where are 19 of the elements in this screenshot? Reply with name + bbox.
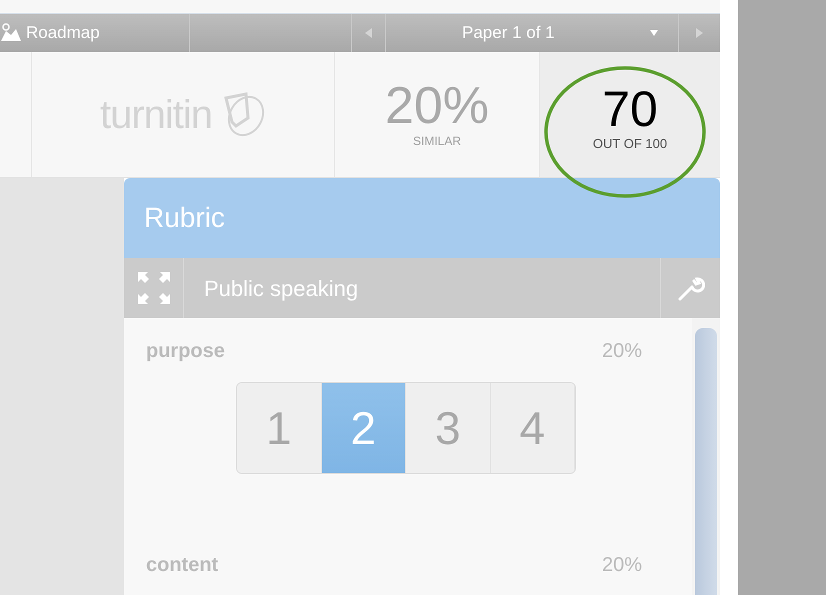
score-option[interactable]: 1 — [237, 383, 322, 473]
grade-score: 70 — [602, 84, 658, 134]
score-option[interactable]: 3 — [406, 383, 490, 473]
rubric-title: Rubric — [144, 201, 225, 235]
expand-icon — [138, 272, 170, 304]
scrollbar-thumb[interactable] — [695, 328, 717, 595]
similarity-score: 20% — [384, 80, 490, 132]
criterion-weight: 20% — [602, 553, 642, 578]
left-arrow-icon — [365, 28, 372, 38]
score-option[interactable]: 2 — [322, 383, 406, 473]
criterion-weight: 20% — [602, 339, 642, 364]
right-arrow-icon — [696, 28, 703, 38]
grade-label: OUT OF 100 — [592, 134, 668, 153]
criterion-name: purpose — [146, 339, 225, 364]
map-icon — [0, 23, 22, 43]
similarity-label: SIMILAR — [412, 132, 461, 150]
criterion-name: content — [146, 553, 218, 578]
dropdown-arrow-icon — [650, 30, 658, 36]
score-option[interactable]: 4 — [490, 383, 575, 473]
